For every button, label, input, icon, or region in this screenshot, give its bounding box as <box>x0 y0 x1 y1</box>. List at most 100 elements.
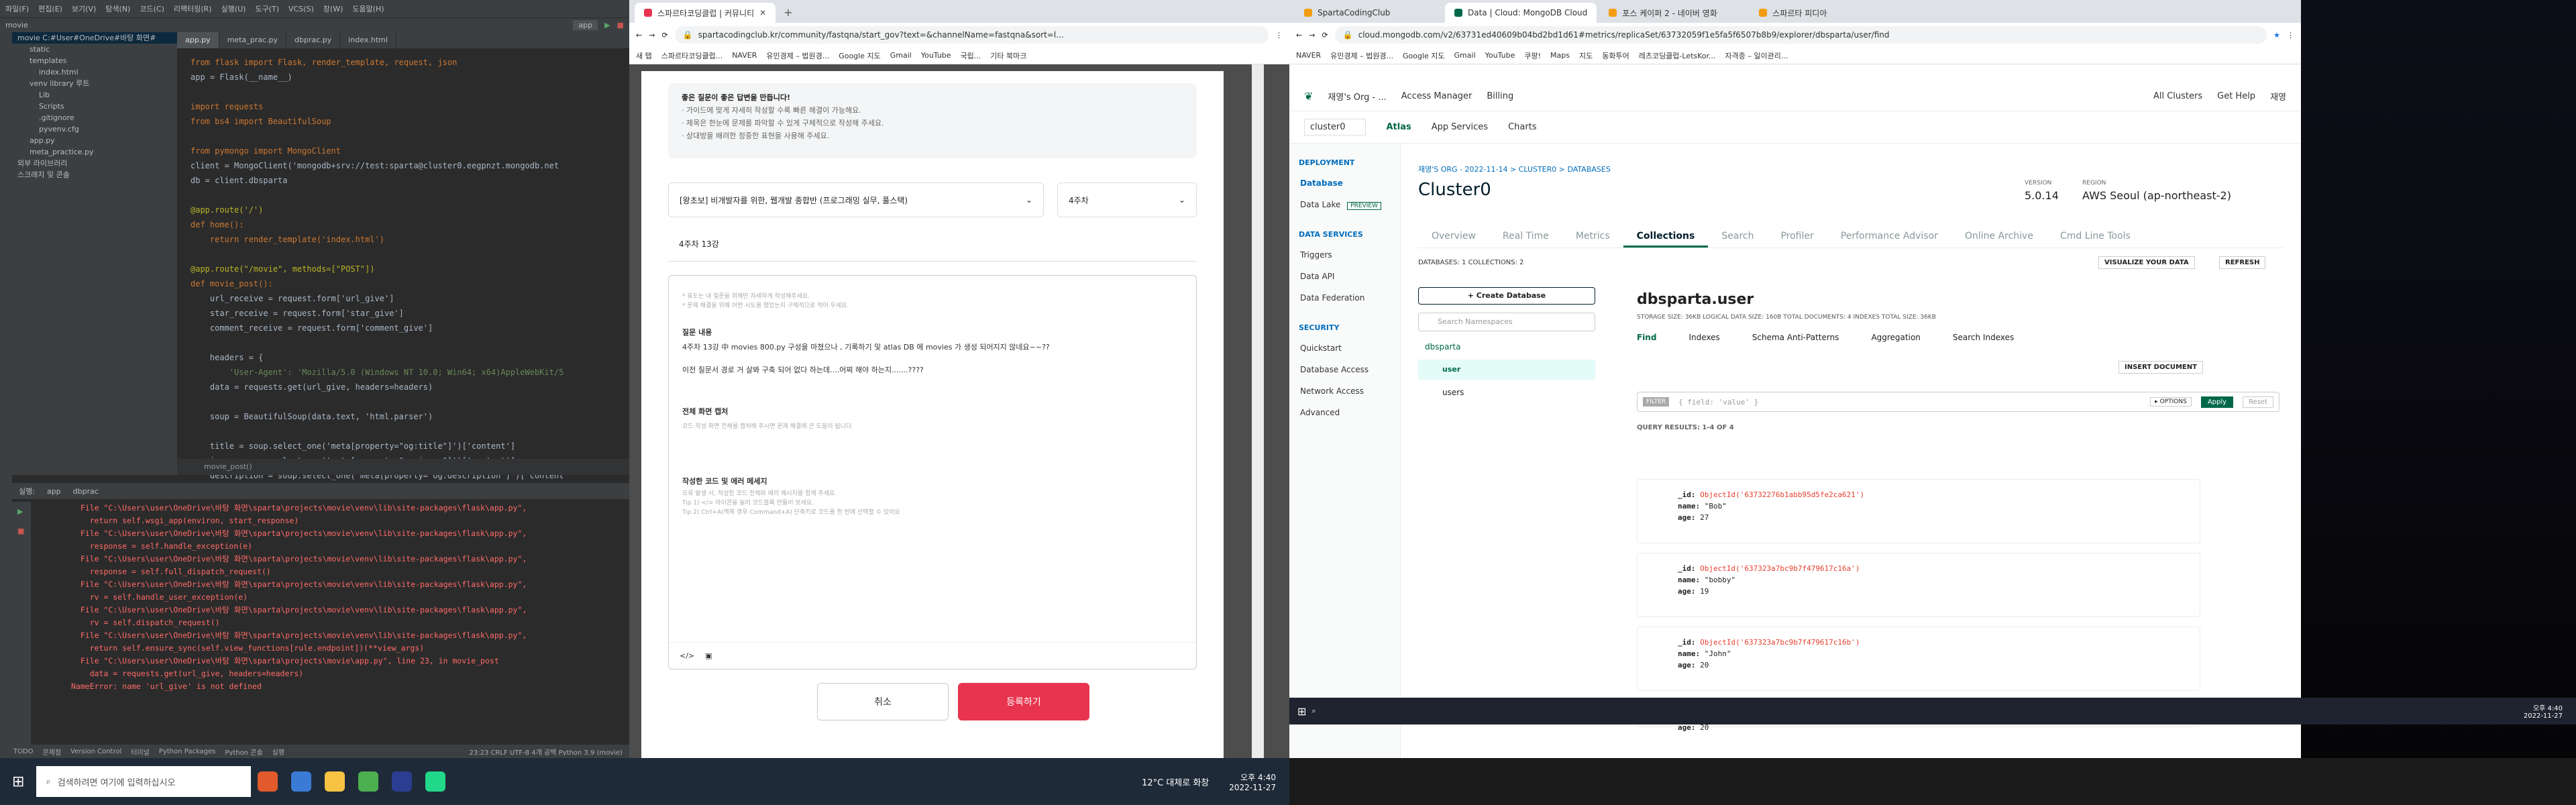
browser-tab[interactable]: SpartaCodingClub <box>1295 3 1442 23</box>
submit-button[interactable]: 등록하기 <box>958 683 1089 720</box>
cluster-tab[interactable]: Search <box>1708 224 1767 248</box>
menu-item[interactable]: 창(W) <box>323 3 343 14</box>
document-card[interactable]: _id: ObjectId('63732276b1abb95d5fe2ca621… <box>1637 479 2200 543</box>
course-select[interactable]: [왕초보] 비개발자를 위한, 웹개발 종합반 (프로그래밍 실무, 풀스택) … <box>668 182 1044 217</box>
filter-input[interactable]: { field: 'value' } <box>1678 398 1758 407</box>
collection-tab[interactable]: Schema Anti-Patterns <box>1752 333 1839 342</box>
sidebar-item-triggers[interactable]: Triggers <box>1289 244 1400 266</box>
bottom-tab[interactable]: Python Packages <box>159 748 216 755</box>
bookmark-item[interactable]: YouTube <box>921 51 951 60</box>
menu-item[interactable]: 보기(V) <box>72 3 96 14</box>
back-icon[interactable]: ← <box>1296 31 1302 40</box>
sidebar-item-advanced[interactable]: Advanced <box>1289 402 1400 423</box>
run-tab[interactable]: app <box>47 487 61 496</box>
bookmark-item[interactable]: 국립... <box>961 50 981 61</box>
sidebar-item-data-api[interactable]: Data API <box>1289 266 1400 287</box>
run-tab[interactable]: 실행: <box>19 486 35 496</box>
cluster-tab[interactable]: Performance Advisor <box>1827 224 1951 248</box>
clock[interactable]: 오후 4:40 2022-11-27 <box>1229 771 1276 792</box>
scrollbar[interactable] <box>1252 64 1264 758</box>
menu-item[interactable]: VCS(S) <box>288 5 314 13</box>
editor-tab[interactable]: app.py <box>177 32 219 48</box>
filter-bar[interactable]: FILTER { field: 'value' } ▸ OPTIONS Appl… <box>1637 392 2279 412</box>
bookmark-item[interactable]: 레츠코딩클럽-LetsKor... <box>1639 50 1716 61</box>
bookmark-item[interactable]: 기타 북마크 <box>990 50 1026 61</box>
cluster-tab[interactable]: Collections <box>1623 224 1709 248</box>
bookmark-item[interactable]: 새 탭 <box>636 50 652 61</box>
bookmark-item[interactable]: NAVER <box>1296 51 1321 60</box>
bookmark-item[interactable]: Google 지도 <box>839 50 881 61</box>
windows-start-icon[interactable]: ⊞ <box>1297 705 1306 718</box>
run-config[interactable]: app <box>573 20 598 30</box>
pycharm-icon[interactable] <box>425 771 446 792</box>
tree-item[interactable]: static <box>12 44 177 55</box>
org-select[interactable]: 재영's Org - ... <box>1328 90 1386 103</box>
tab-atlas[interactable]: Atlas <box>1386 122 1411 132</box>
tree-item[interactable]: venv library 루트 <box>12 78 177 89</box>
bottom-tab[interactable]: Version Control <box>70 748 121 755</box>
search-namespaces-input[interactable]: Search Namespaces <box>1418 313 1595 331</box>
options-toggle[interactable]: ▸ OPTIONS <box>2150 397 2192 407</box>
collection-tab[interactable]: Find <box>1637 333 1656 342</box>
collection-tab[interactable]: Aggregation <box>1871 333 1920 342</box>
tree-item[interactable]: app.py <box>12 135 177 146</box>
reload-icon[interactable]: ⟳ <box>661 31 667 40</box>
app-icon[interactable] <box>258 771 278 792</box>
reload-icon[interactable]: ⟳ <box>1322 31 1328 40</box>
cluster-tab[interactable]: Profiler <box>1767 224 1827 248</box>
get-help-link[interactable]: Get Help <box>2217 91 2255 101</box>
menu-item[interactable]: 탐색(N) <box>105 3 130 14</box>
sidebar-item-quickstart[interactable]: Quickstart <box>1289 337 1400 359</box>
cluster-tab[interactable]: Overview <box>1418 224 1489 248</box>
collection-tab[interactable]: Search Indexes <box>1953 333 2014 342</box>
tree-item[interactable]: Lib <box>12 89 177 101</box>
address-bar[interactable]: 🔒 spartacodingclub.kr/community/fastqna/s… <box>674 26 1269 44</box>
menu-item[interactable]: 코드(C) <box>140 3 164 14</box>
photoshop-icon[interactable] <box>392 771 413 792</box>
sidebar-item-database[interactable]: Database <box>1289 172 1400 194</box>
week-select[interactable]: 4주차 ⌄ <box>1057 182 1197 217</box>
bookmark-item[interactable]: 쿠팡! <box>1524 50 1541 61</box>
bookmark-item[interactable]: Google 지도 <box>1403 50 1445 61</box>
search-icon[interactable]: ⌕ <box>1311 706 1316 716</box>
question-editor[interactable]: * 유도는 내 질문을 위해만 자세하게 작성해주세요. * 문제 해결을 위해… <box>668 275 1197 669</box>
code-block-icon[interactable]: </> <box>680 651 694 660</box>
tree-item[interactable]: .gitignore <box>12 112 177 123</box>
image-icon[interactable]: ▣ <box>705 651 712 660</box>
insert-document-button[interactable]: INSERT DOCUMENT <box>2118 361 2203 374</box>
run-tab[interactable]: dbprac <box>73 487 99 496</box>
document-card[interactable]: _id: ObjectId('637323a7bc9b7f479617c16a'… <box>1637 553 2200 617</box>
console-stop-icon[interactable]: ■ <box>12 521 31 541</box>
sidebar-item-network-access[interactable]: Network Access <box>1289 380 1400 402</box>
collection-user[interactable]: user <box>1418 360 1595 380</box>
tree-item[interactable]: 외부 라이브러리 <box>12 158 177 169</box>
apply-button[interactable]: Apply <box>2200 396 2234 408</box>
back-icon[interactable]: ← <box>636 31 642 40</box>
document-card[interactable]: _id: ObjectId('637323a7bc9b7f479617c16b'… <box>1637 627 2200 691</box>
cancel-button[interactable]: 취소 <box>817 683 949 720</box>
visualize-button[interactable]: VISUALIZE YOUR DATA <box>2098 256 2195 269</box>
extensions-icon[interactable]: ⋮ <box>1275 31 1283 40</box>
collection-tab[interactable]: Indexes <box>1688 333 1719 342</box>
editor-tab[interactable]: dbprac.py <box>286 32 341 48</box>
editor-breadcrumb[interactable]: movie_post() <box>177 459 629 475</box>
title-input[interactable]: 4주차 13강 <box>668 227 1197 262</box>
browser-tab[interactable]: Data | Cloud: MongoDB Cloud <box>1445 3 1597 23</box>
tree-item[interactable]: pyvenv.cfg <box>12 123 177 135</box>
menu-item[interactable]: 도움말(H) <box>352 3 384 14</box>
menu-item[interactable]: 도구(T) <box>255 3 279 14</box>
access-manager[interactable]: Access Manager <box>1401 91 1472 101</box>
star-icon[interactable]: ★ <box>2273 31 2280 40</box>
cluster-tab[interactable]: Real Time <box>1489 224 1562 248</box>
bookmark-item[interactable]: 유민경제 – 법원경... <box>1330 50 1393 61</box>
editor-tab[interactable]: meta_prac.py <box>219 32 287 48</box>
reset-button[interactable]: Reset <box>2243 396 2273 408</box>
tree-item[interactable]: Scripts <box>12 101 177 112</box>
billing-link[interactable]: Billing <box>1487 91 1513 101</box>
tab-community[interactable]: 스파르타코딩클럽 | 커뮤니티 ✕ <box>635 3 776 23</box>
all-clusters-link[interactable]: All Clusters <box>2153 91 2202 101</box>
tab-charts[interactable]: Charts <box>1508 122 1537 132</box>
menu-item[interactable]: 편집(E) <box>38 3 62 14</box>
browser-tab[interactable]: 스파르타 피디아 <box>1750 3 1897 23</box>
tab-app-services[interactable]: App Services <box>1432 122 1488 132</box>
